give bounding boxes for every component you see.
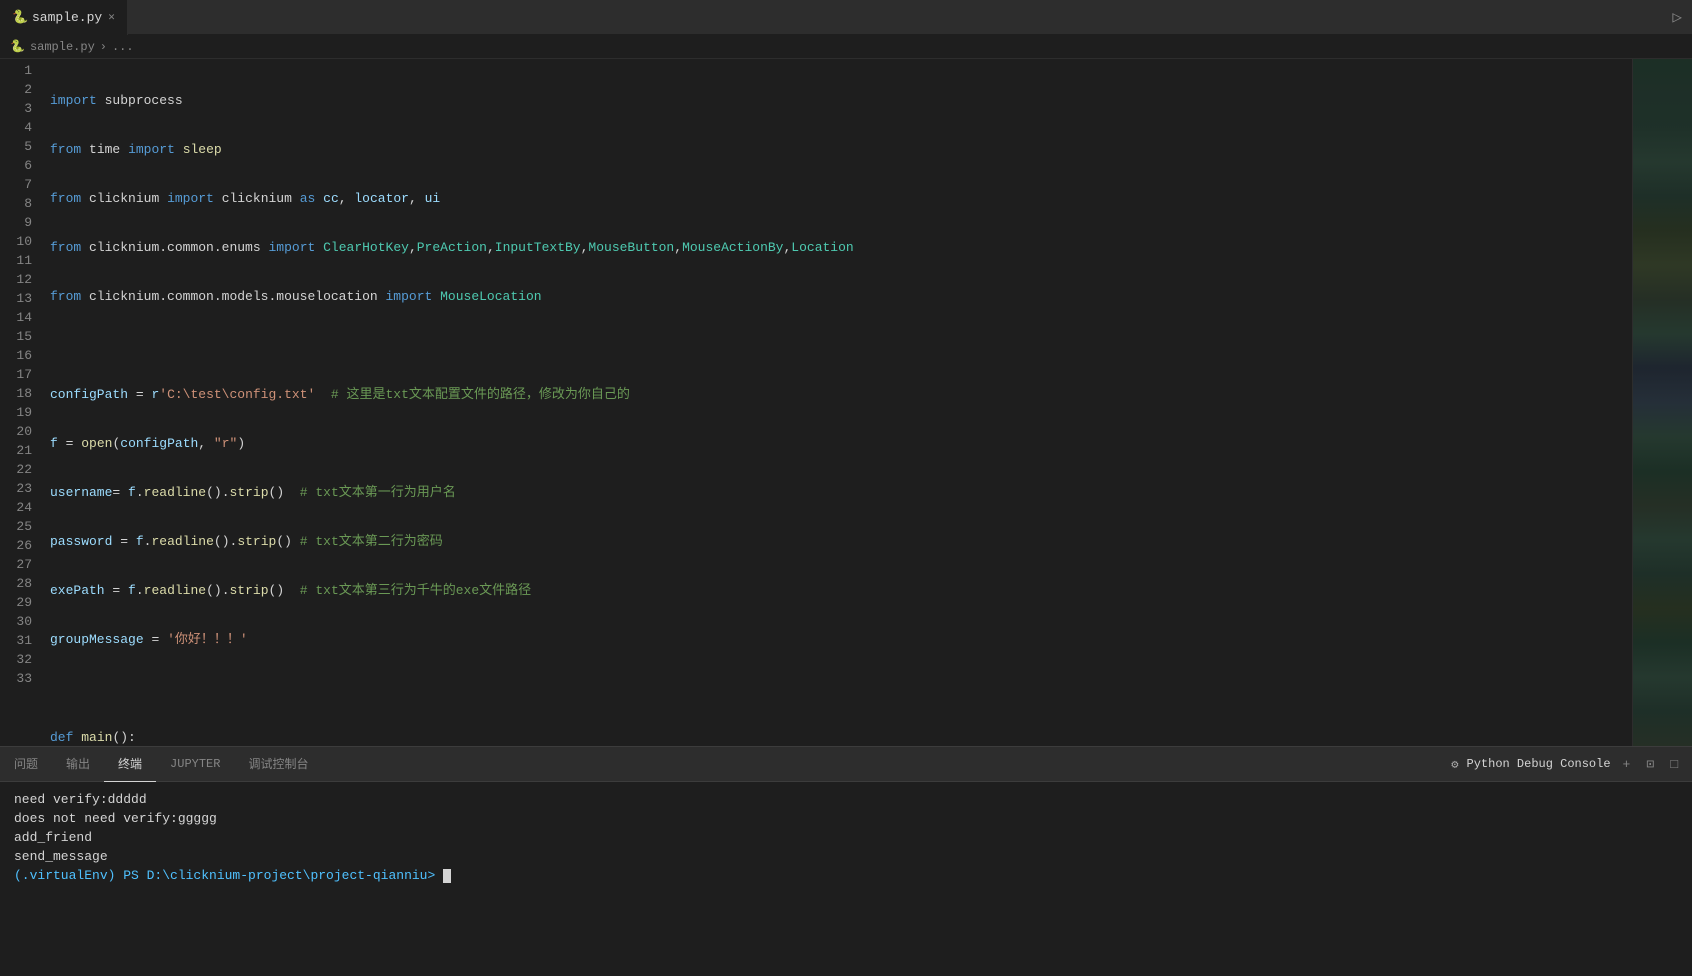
code-line-9: username= f.readline().strip() # txt文本第一… — [50, 483, 1632, 502]
ln-24: 24 — [8, 498, 32, 517]
ln-8: 8 — [8, 194, 32, 213]
code-line-13 — [50, 679, 1632, 698]
ln-19: 19 — [8, 403, 32, 422]
ln-31: 31 — [8, 631, 32, 650]
terminal-tabs: 问题 输出 终端 JUPYTER 调试控制台 ⚙ Python Debug Co… — [0, 747, 1692, 782]
terminal-tab-problems[interactable]: 问题 — [0, 747, 52, 782]
terminal-tab-debug-console[interactable]: 调试控制台 — [234, 747, 322, 782]
ln-26: 26 — [8, 536, 32, 555]
minimap-visual — [1633, 59, 1692, 746]
tab-bar: 🐍 sample.py ✕ ▷ — [0, 0, 1692, 35]
terminal-line-2: does not need verify:ggggg — [14, 809, 1678, 828]
ln-13: 13 — [8, 289, 32, 308]
code-line-2: from time import sleep — [50, 140, 1632, 159]
ln-14: 14 — [8, 308, 32, 327]
ln-12: 12 — [8, 270, 32, 289]
tab-close-btn[interactable]: ✕ — [108, 10, 115, 24]
ln-23: 23 — [8, 479, 32, 498]
code-line-12: groupMessage = '你好！！！' — [50, 630, 1632, 649]
ln-29: 29 — [8, 593, 32, 612]
ln-18: 18 — [8, 384, 32, 403]
terminal-cursor — [443, 869, 451, 883]
run-button[interactable]: ▷ — [1662, 7, 1692, 27]
tab-label: sample.py — [32, 10, 102, 25]
ln-20: 20 — [8, 422, 32, 441]
ln-16: 16 — [8, 346, 32, 365]
terminal-tab-output[interactable]: 输出 — [52, 747, 104, 782]
terminal-area: 问题 输出 终端 JUPYTER 调试控制台 ⚙ Python Debug Co… — [0, 746, 1692, 976]
split-terminal-btn[interactable]: ⊡ — [1642, 755, 1658, 774]
ln-10: 10 — [8, 232, 32, 251]
ln-9: 9 — [8, 213, 32, 232]
python-debug-icon: ⚙ — [1451, 757, 1458, 772]
ln-7: 7 — [8, 175, 32, 194]
code-editor[interactable]: 1 2 3 4 5 6 7 8 9 10 11 12 13 14 15 16 1… — [0, 59, 1632, 746]
terminal-tab-terminal[interactable]: 终端 — [104, 747, 156, 782]
maximize-terminal-btn[interactable]: □ — [1666, 755, 1682, 774]
code-line-10: password = f.readline().strip() # txt文本第… — [50, 532, 1632, 551]
code-line-11: exePath = f.readline().strip() # txt文本第三… — [50, 581, 1632, 600]
terminal-tab-jupyter[interactable]: JUPYTER — [156, 747, 234, 782]
code-line-3: from clicknium import clicknium as cc, l… — [50, 189, 1632, 208]
ln-27: 27 — [8, 555, 32, 574]
ln-15: 15 — [8, 327, 32, 346]
terminal-prompt: (.virtualEnv) PS D:\clicknium-project\pr… — [14, 868, 443, 883]
breadcrumb: 🐍 sample.py › ... — [0, 35, 1692, 59]
ln-1: 1 — [8, 61, 32, 80]
code-area: 1 2 3 4 5 6 7 8 9 10 11 12 13 14 15 16 1… — [0, 59, 1632, 746]
ln-3: 3 — [8, 99, 32, 118]
code-line-8: f = open(configPath, "r") — [50, 434, 1632, 453]
breadcrumb-file: sample.py — [30, 40, 95, 54]
terminal-prompt-line: (.virtualEnv) PS D:\clicknium-project\pr… — [14, 866, 1678, 885]
ln-32: 32 — [8, 650, 32, 669]
add-terminal-btn[interactable]: + — [1619, 755, 1635, 774]
terminal-line-1: need verify:ddddd — [14, 790, 1678, 809]
ln-2: 2 — [8, 80, 32, 99]
terminal-actions: ⚙ Python Debug Console + ⊡ □ — [1441, 755, 1692, 774]
breadcrumb-icon: 🐍 — [10, 39, 25, 54]
main-content: 1 2 3 4 5 6 7 8 9 10 11 12 13 14 15 16 1… — [0, 59, 1692, 746]
code-line-4: from clicknium.common.enums import Clear… — [50, 238, 1632, 257]
code-line-14: def main(): — [50, 728, 1632, 746]
ln-6: 6 — [8, 156, 32, 175]
ln-28: 28 — [8, 574, 32, 593]
ln-30: 30 — [8, 612, 32, 631]
ln-21: 21 — [8, 441, 32, 460]
ln-5: 5 — [8, 137, 32, 156]
terminal-line-3: add_friend — [14, 828, 1678, 847]
code-line-5: from clicknium.common.models.mouselocati… — [50, 287, 1632, 306]
ln-17: 17 — [8, 365, 32, 384]
ln-33: 33 — [8, 669, 32, 688]
code-line-7: configPath = r'C:\test\config.txt' # 这里是… — [50, 385, 1632, 404]
ln-22: 22 — [8, 460, 32, 479]
minimap — [1632, 59, 1692, 746]
code-line-6 — [50, 336, 1632, 355]
code-content[interactable]: import subprocess from time import sleep… — [40, 59, 1632, 746]
terminal-line-4: send_message — [14, 847, 1678, 866]
breadcrumb-sep: › — [100, 40, 107, 54]
line-numbers: 1 2 3 4 5 6 7 8 9 10 11 12 13 14 15 16 1… — [0, 59, 40, 746]
ln-25: 25 — [8, 517, 32, 536]
tab-sample-py[interactable]: 🐍 sample.py ✕ — [0, 0, 128, 35]
code-line-1: import subprocess — [50, 91, 1632, 110]
ln-4: 4 — [8, 118, 32, 137]
python-debug-console-label: Python Debug Console — [1467, 757, 1611, 771]
ln-11: 11 — [8, 251, 32, 270]
python-icon: 🐍 — [12, 10, 26, 24]
breadcrumb-parent: ... — [112, 40, 134, 54]
terminal-content[interactable]: need verify:ddddd does not need verify:g… — [0, 782, 1692, 976]
